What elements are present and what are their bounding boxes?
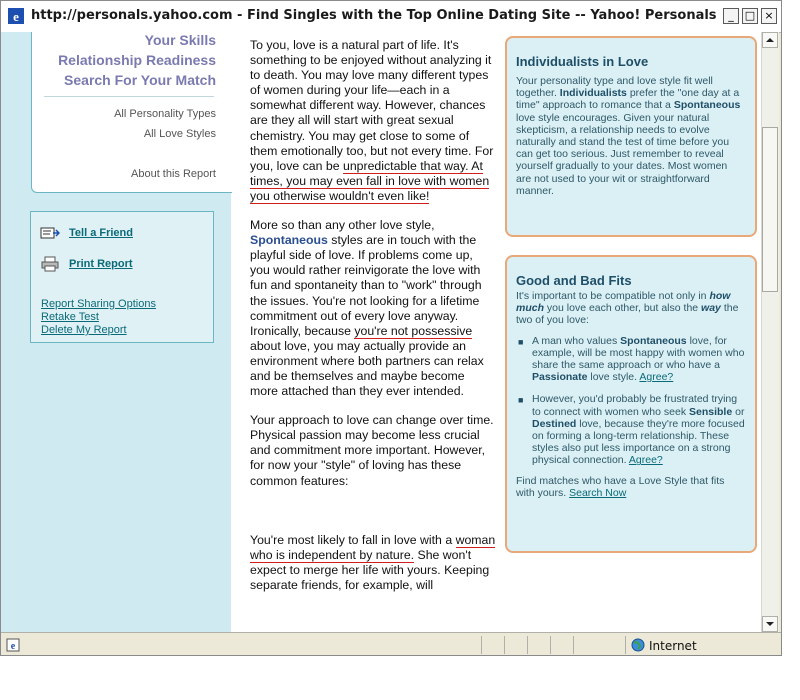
emphasis: way [701, 302, 721, 315]
window-title: http://personals.yahoo.com - Find Single… [31, 8, 721, 23]
nav-search-match[interactable]: Search For Your Match [64, 72, 216, 88]
article-paragraph: More so than any other love style, Spont… [250, 218, 496, 399]
article-paragraph: Your approach to love can change over ti… [250, 413, 496, 488]
text-run: To you, love is a natural part of life. … [250, 38, 494, 173]
card-body: Your personality type and love style fit… [516, 75, 745, 197]
nav-divider [44, 96, 214, 97]
globe-icon [631, 638, 645, 652]
text-run: styles are in touch with the playful sid… [250, 233, 482, 338]
agree-link[interactable]: Agree? [629, 454, 663, 466]
text-run: love style. [587, 371, 640, 384]
bold-term: Individualists [559, 87, 627, 100]
about-report-link[interactable]: About this Report [131, 168, 216, 180]
bold-term: Spontaneous [673, 99, 741, 112]
text-run: More so than any other love style, [250, 218, 435, 233]
tell-friend-link[interactable]: Tell a Friend [69, 227, 133, 239]
card-intro: It's important to be compatible not only… [516, 290, 745, 327]
report-nav-panel: Your Skills Relationship Readiness Searc… [31, 32, 232, 193]
delete-report-link[interactable]: Delete My Report [41, 324, 127, 336]
highlighted-text: you're not possessive [354, 323, 473, 339]
text-run: love style encourages. Given your natura… [516, 111, 730, 197]
list-item: ■ However, you'd probably be frustrated t… [516, 393, 745, 466]
card-title: Individualists in Love [516, 54, 649, 69]
text-run: It's important to be compatible not only… [516, 290, 710, 302]
text-run: you love each other, but also the [544, 302, 702, 315]
report-tools-box: Tell a Friend Print Report Report Sharin… [30, 211, 214, 343]
article-paragraph: You're most likely to fall in love with … [250, 532, 496, 593]
retake-test-link[interactable]: Retake Test [41, 311, 99, 323]
arrow-up-icon [766, 38, 774, 42]
list-item: ■ A man who values Spontaneous love, for … [516, 335, 745, 384]
print-report-link[interactable]: Print Report [69, 258, 133, 270]
browser-window: e http://personals.yahoo.com - Find Sing… [0, 0, 782, 656]
close-button[interactable]: × [761, 8, 777, 24]
scroll-up-button[interactable] [762, 32, 778, 48]
card-footer: Find matches who have a Love Style that … [516, 475, 745, 499]
text-run: about love, you may actually provide an … [250, 338, 484, 399]
status-divider [504, 636, 505, 654]
love-style-article: To you, love is a natural part of life. … [250, 38, 496, 607]
individualists-card: Individualists in Love Your personality … [505, 36, 757, 237]
nav-relationship-readiness[interactable]: Relationship Readiness [58, 52, 216, 68]
status-divider [625, 636, 626, 654]
minimize-button[interactable]: _ [723, 8, 739, 24]
arrow-down-icon [766, 622, 774, 626]
agree-link[interactable]: Agree? [639, 371, 673, 383]
status-bar: e Internet [1, 632, 781, 655]
status-divider [481, 636, 482, 654]
text-run: Your approach to love can change over ti… [250, 413, 494, 488]
text-run: A man who values [532, 334, 621, 347]
bullet-icon: ■ [518, 395, 524, 406]
bold-term: Destined [532, 417, 577, 430]
scroll-thumb[interactable] [762, 127, 778, 292]
status-divider [573, 636, 574, 654]
page-viewport: Your Skills Relationship Readiness Searc… [1, 32, 761, 632]
all-personality-types-link[interactable]: All Personality Types [114, 108, 216, 120]
print-icon[interactable] [40, 256, 60, 272]
love-style-name: Spontaneous [250, 233, 328, 248]
good-bad-fits-card: Good and Bad Fits It's important to be c… [505, 255, 757, 553]
ie-logo-icon: e [8, 8, 24, 24]
bold-term: Spontaneous [620, 334, 687, 347]
svg-text:e: e [11, 641, 16, 652]
status-divider [550, 636, 551, 654]
status-divider [527, 636, 528, 654]
article-paragraph: To you, love is a natural part of life. … [250, 38, 496, 204]
text-run: or [732, 405, 745, 418]
maximize-button[interactable]: □ [742, 8, 758, 24]
bold-term: Passionate [532, 371, 588, 384]
bullet-icon: ■ [518, 336, 524, 347]
svg-text:e: e [13, 9, 19, 24]
card-title: Good and Bad Fits [516, 273, 632, 288]
scroll-down-button[interactable] [762, 616, 778, 632]
search-now-link[interactable]: Search Now [569, 487, 626, 499]
fits-list: ■ A man who values Spontaneous love, for … [516, 335, 745, 467]
title-bar: e http://personals.yahoo.com - Find Sing… [1, 1, 781, 33]
text-run: You're most likely to fall in love with … [250, 532, 456, 547]
tell-friend-icon[interactable] [40, 225, 60, 241]
all-love-styles-link[interactable]: All Love Styles [144, 128, 216, 140]
report-sharing-options-link[interactable]: Report Sharing Options [41, 298, 156, 310]
page-icon: e [6, 638, 20, 652]
left-sidebar: Your Skills Relationship Readiness Searc… [1, 32, 232, 632]
bold-term: Sensible [689, 405, 733, 418]
nav-your-skills[interactable]: Your Skills [145, 32, 216, 48]
vertical-scrollbar[interactable] [761, 32, 779, 632]
security-zone-label: Internet [649, 639, 697, 653]
